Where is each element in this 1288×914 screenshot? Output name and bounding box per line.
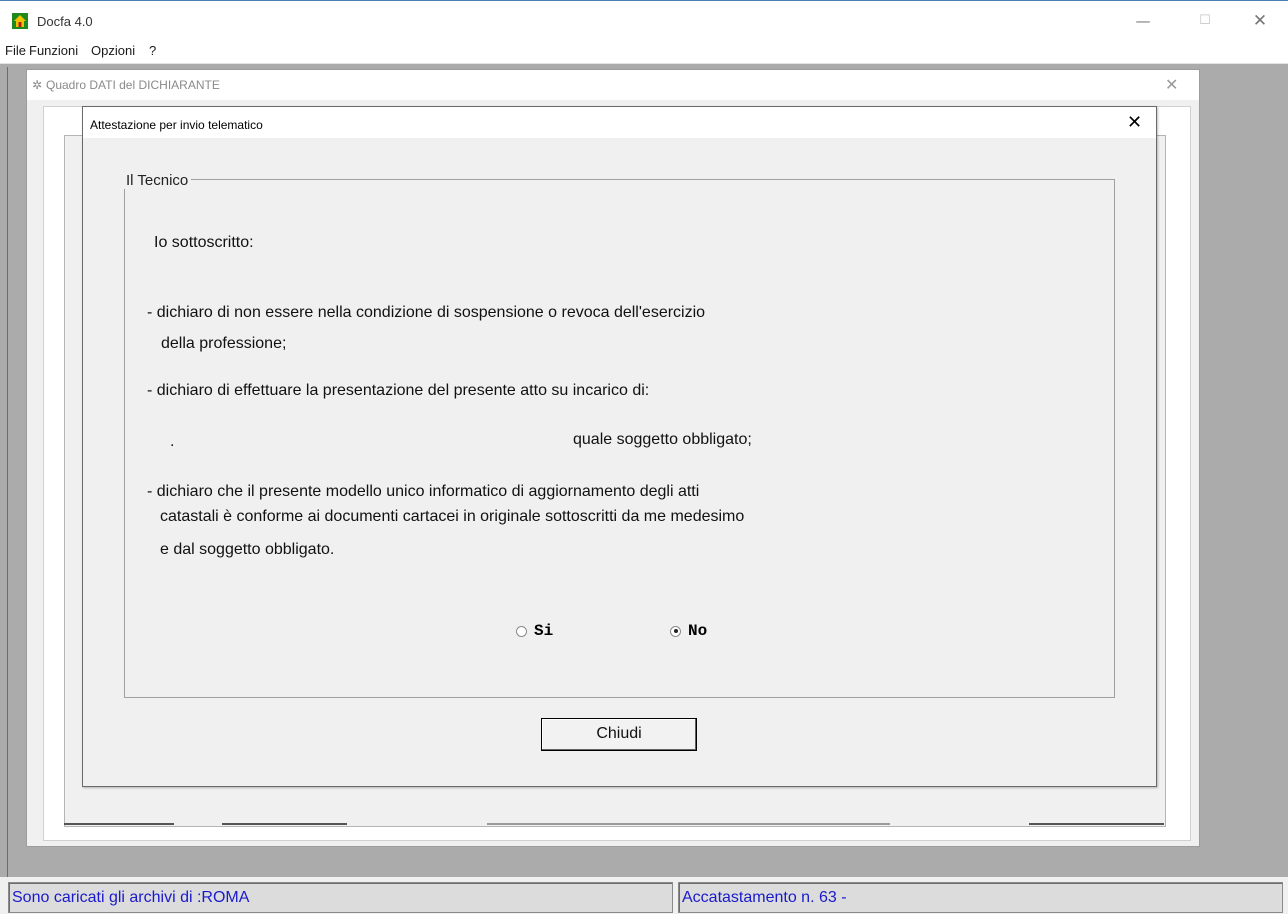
divider	[64, 823, 174, 825]
chiudi-button[interactable]: Chiudi	[541, 718, 697, 751]
menu-bar: File Funzioni Opzioni ?	[0, 38, 1288, 64]
app-house-icon	[12, 13, 28, 29]
divider	[222, 823, 347, 825]
declaration-3-line-3: e dal soggetto obbligato.	[160, 541, 335, 558]
declaration-2: - dichiaro di effettuare la presentazion…	[147, 382, 650, 399]
quadro-close-button[interactable]: ✕	[1165, 75, 1178, 94]
radio-si-label: Si	[534, 622, 554, 640]
close-window-button[interactable]: ✕	[1245, 10, 1275, 32]
attestazione-dialog: Attestazione per invio telematico ✕ Il T…	[82, 106, 1157, 787]
obbligato-text: quale soggetto obbligato;	[573, 431, 752, 448]
divider	[1029, 823, 1164, 825]
app-title: Docfa 4.0	[37, 14, 93, 29]
menu-help[interactable]: ?	[149, 43, 156, 58]
declaration-3-line-1: - dichiaro che il presente modello unico…	[147, 483, 700, 500]
intro-text: Io sottoscritto:	[154, 234, 254, 251]
menu-funzioni[interactable]: Funzioni	[29, 43, 78, 58]
status-bar: Sono caricati gli archivi di :ROMA Accat…	[0, 877, 1288, 914]
radio-no[interactable]: No	[670, 622, 707, 640]
quadro-titlebar: ✲ Quadro DATI del DICHIARANTE ✕	[27, 70, 1199, 100]
radio-no-label: No	[688, 622, 708, 640]
dialog-title: Attestazione per invio telematico	[90, 118, 263, 132]
divider	[487, 823, 890, 825]
minimize-button[interactable]: —	[1128, 10, 1158, 32]
radio-si[interactable]: Si	[516, 622, 553, 640]
radio-no-indicator[interactable]	[670, 625, 681, 637]
menu-opzioni[interactable]: Opzioni	[91, 43, 135, 58]
menu-file[interactable]: File	[5, 43, 26, 58]
quadro-title: Quadro DATI del DICHIARANTE	[46, 78, 220, 92]
status-archive: Sono caricati gli archivi di :ROMA	[8, 882, 673, 913]
declaration-1-line-1: - dichiaro di non essere nella condizion…	[147, 304, 706, 321]
groupbox-label: Il Tecnico	[124, 172, 192, 189]
radio-si-indicator[interactable]	[516, 625, 527, 637]
declaration-1-line-2: della professione;	[161, 335, 287, 352]
maximize-button[interactable]: ☐	[1190, 10, 1220, 32]
dialog-titlebar: Attestazione per invio telematico ✕	[83, 107, 1156, 138]
app-titlebar: Docfa 4.0 — ☐ ✕	[0, 0, 1288, 38]
dialog-close-button[interactable]: ✕	[1127, 112, 1142, 133]
status-accatastamento: Accatastamento n. 63 -	[678, 882, 1283, 913]
declaration-3-line-2: catastali è conforme ai documenti cartac…	[160, 508, 745, 525]
quadro-window-icon: ✲	[32, 78, 43, 92]
obbligato-name-placeholder: .	[170, 433, 175, 450]
